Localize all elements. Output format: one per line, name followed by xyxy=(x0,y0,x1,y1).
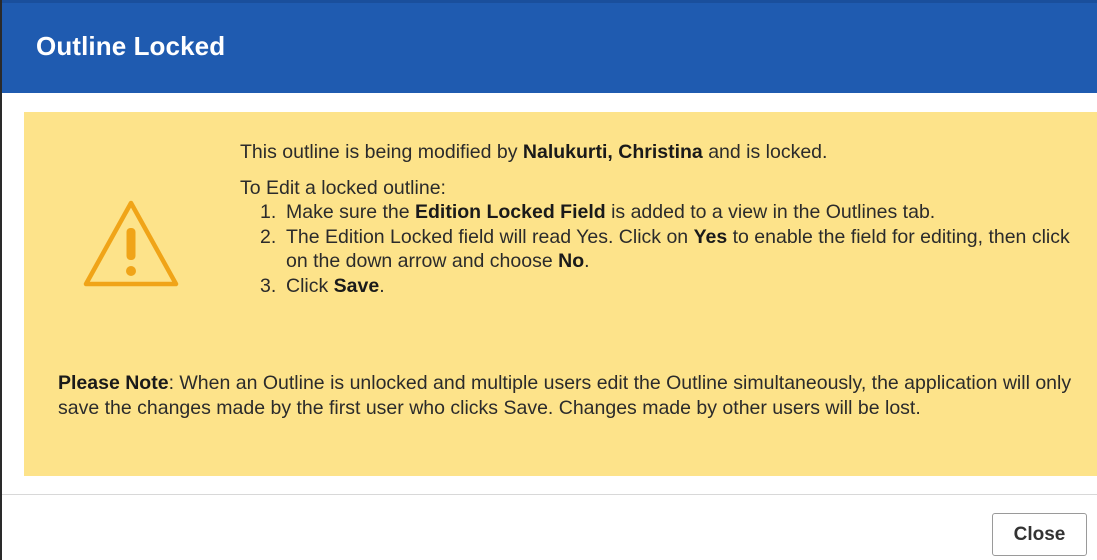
warning-triangle-icon xyxy=(83,200,179,287)
close-button[interactable]: Close xyxy=(992,513,1087,556)
please-note-text: Please Note: When an Outline is unlocked… xyxy=(58,372,1072,419)
list-item: 2. The Edition Locked field will read Ye… xyxy=(260,225,1070,273)
note-label: Please Note xyxy=(58,372,169,394)
instructions-list: 1. Make sure the Edition Locked Field is… xyxy=(260,200,1090,298)
instructions-heading: To Edit a locked outline: xyxy=(240,176,446,199)
footer-divider xyxy=(2,494,1097,495)
locked-by-text: This outline is being modified by Naluku… xyxy=(240,141,828,163)
outline-locked-dialog: Outline Locked This outline is being mod… xyxy=(0,0,1097,560)
locked-by-user: Nalukurti, Christina xyxy=(522,141,703,163)
alert-message: This outline is being modified by Naluku… xyxy=(240,140,1090,298)
dialog-title: Outline Locked xyxy=(36,31,226,61)
dialog-header: Outline Locked xyxy=(2,0,1097,93)
list-item: 1. Make sure the Edition Locked Field is… xyxy=(260,201,936,223)
list-item: 3. Click Save. xyxy=(260,274,385,297)
